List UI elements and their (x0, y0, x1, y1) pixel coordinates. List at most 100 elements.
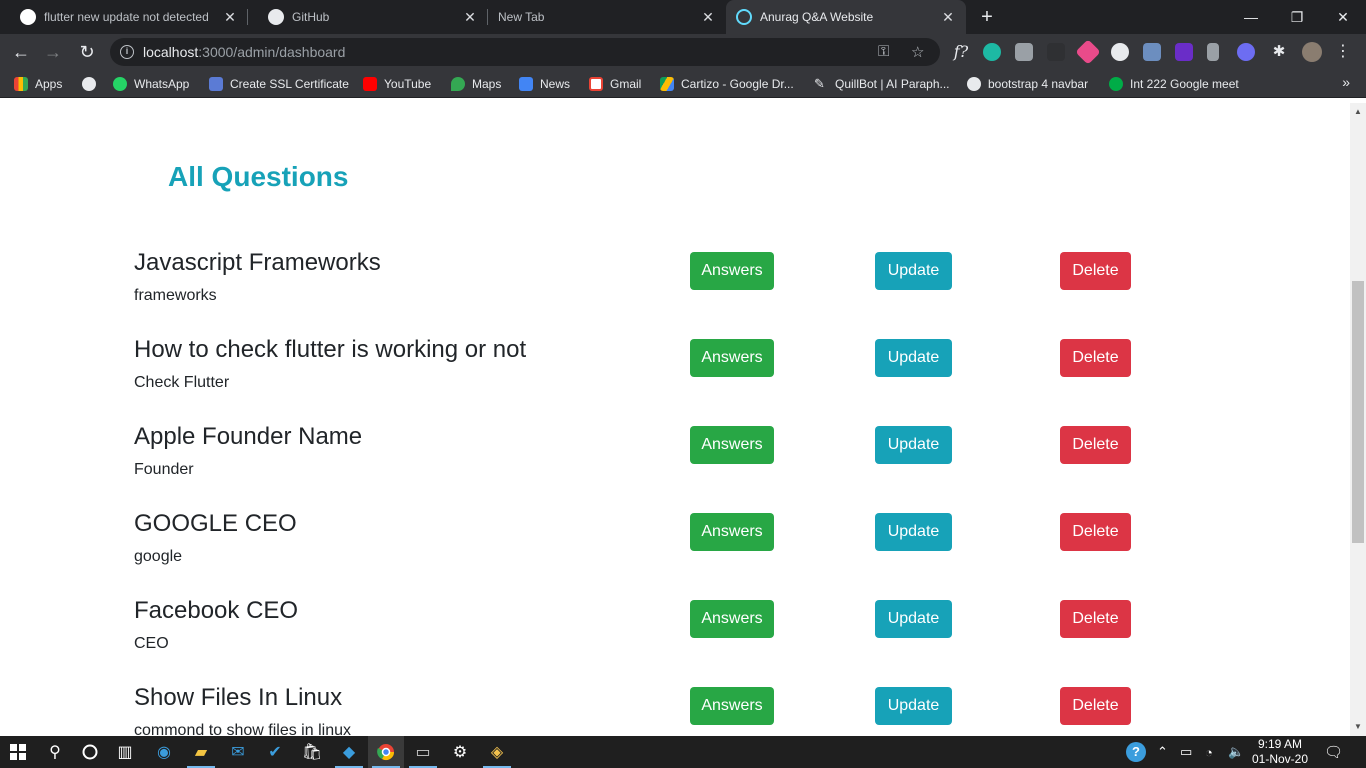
mail-icon[interactable]: ✉ (220, 736, 256, 768)
restore-button[interactable]: ❐ (1274, 0, 1320, 34)
battery-icon[interactable]: ▭ (1180, 736, 1192, 768)
close-tab-icon[interactable]: ✕ (222, 9, 238, 26)
bookmark-meet[interactable]: Int 222 Google meet (1109, 75, 1239, 93)
todo-icon[interactable]: ✔ (257, 736, 293, 768)
bookmark-youtube[interactable]: YouTube (363, 75, 431, 93)
bookmark-cartizo[interactable]: Cartizo - Google Dr... (660, 75, 794, 93)
bookmark-bootstrap[interactable]: bootstrap 4 navbar (967, 75, 1088, 93)
wifi-icon[interactable]: ◔ (1205, 736, 1213, 768)
minimize-button[interactable]: — (1228, 0, 1274, 34)
bookmark-quillbot[interactable]: ✎ QuillBot | AI Paraph... (814, 75, 950, 93)
windows-start-icon[interactable] (0, 736, 36, 768)
answers-button[interactable]: Answers (690, 600, 774, 638)
globe-icon (82, 77, 96, 91)
update-button[interactable]: Update (875, 426, 952, 464)
notifications-icon[interactable]: 🗨 (1324, 736, 1343, 768)
reload-icon[interactable]: ↻ (74, 39, 100, 65)
answers-button[interactable]: Answers (690, 339, 774, 377)
tab-github[interactable]: GitHub ✕ (248, 0, 488, 34)
answers-button[interactable]: Answers (690, 426, 774, 464)
question-row: How to check flutter is working or not C… (134, 336, 1144, 416)
answers-button[interactable]: Answers (690, 513, 774, 551)
page-scrollbar[interactable]: ▲ ▼ (1350, 103, 1366, 736)
key-icon[interactable]: ⚿ (878, 43, 889, 60)
question-title: How to check flutter is working or not (134, 336, 527, 363)
cortana-icon[interactable] (72, 736, 108, 768)
scroll-up-icon[interactable]: ▲ (1354, 107, 1362, 116)
volume-icon[interactable]: 🔈 (1228, 736, 1244, 768)
close-tab-icon[interactable]: ✕ (462, 9, 478, 26)
bookmark-apps[interactable]: Apps (14, 75, 62, 93)
bookmark-label: WhatsApp (134, 77, 190, 91)
office-extension-icon[interactable] (1207, 43, 1219, 61)
close-tab-icon[interactable]: ✕ (700, 9, 716, 26)
bookmark-star-icon[interactable]: ☆ (911, 43, 924, 61)
formula-extension-icon[interactable]: f? (948, 39, 974, 65)
tray-expand-icon[interactable]: ⌃ (1157, 736, 1168, 768)
bookmark-whatsapp[interactable]: WhatsApp (113, 75, 189, 93)
formula-pi-extension-icon[interactable] (1143, 43, 1161, 61)
tab-anurag-qa[interactable]: Anurag Q&A Website ✕ (726, 0, 966, 34)
scrollbar-thumb[interactable] (1352, 281, 1364, 543)
delete-button[interactable]: Delete (1060, 339, 1131, 377)
terminal-icon[interactable]: ▭ (405, 736, 441, 768)
back-icon[interactable]: ← (8, 39, 34, 65)
gear-extension-icon[interactable] (1237, 43, 1255, 61)
update-button[interactable]: Update (875, 513, 952, 551)
task-view-icon[interactable]: ▥ (107, 736, 143, 768)
bookmark-maps[interactable]: Maps (451, 75, 501, 93)
scroll-down-icon[interactable]: ▼ (1354, 722, 1362, 731)
grammarly-extension-icon[interactable] (1015, 43, 1033, 61)
bookmark-label: News (540, 77, 571, 91)
taskbar-clock[interactable]: 9:19 AM 01-Nov-20 (1244, 737, 1316, 767)
bookmark-news[interactable]: News (519, 75, 570, 93)
m-extension-icon[interactable] (983, 43, 1001, 61)
question-title: Apple Founder Name (134, 423, 363, 450)
clock-extension-icon[interactable] (1111, 43, 1129, 61)
answers-button[interactable]: Answers (690, 687, 774, 725)
settings-gear-icon[interactable]: ⚙ (442, 736, 478, 768)
delete-button[interactable]: Delete (1060, 252, 1131, 290)
tab-flutter[interactable]: flutter new update not detected ✕ (0, 0, 248, 34)
bookmarks-overflow-icon[interactable]: » (1342, 74, 1350, 90)
delete-button[interactable]: Delete (1060, 513, 1131, 551)
delete-button[interactable]: Delete (1060, 600, 1131, 638)
tab-new-tab[interactable]: New Tab ✕ (488, 0, 726, 34)
bookmark-gmail[interactable]: Gmail (589, 75, 641, 93)
forward-icon[interactable]: → (40, 39, 66, 65)
google-icon (20, 9, 36, 25)
update-button[interactable]: Update (875, 252, 952, 290)
help-icon[interactable]: ? (1126, 736, 1146, 768)
site-info-icon[interactable]: i (120, 45, 134, 59)
delete-button[interactable]: Delete (1060, 687, 1131, 725)
search-icon[interactable]: ⚲ (37, 736, 73, 768)
vscode-icon[interactable]: ◆ (331, 736, 367, 768)
new-tab-button[interactable]: + (976, 6, 998, 28)
update-button[interactable]: Update (875, 687, 952, 725)
bookmark-label: Gmail (610, 77, 642, 91)
close-window-button[interactable]: ✕ (1320, 0, 1366, 34)
profile-avatar[interactable] (1302, 42, 1322, 62)
question-row: Apple Founder Name Founder Answers Updat… (134, 423, 1144, 503)
bookmark-globe[interactable] (82, 75, 103, 93)
extensions-puzzle-icon[interactable]: ✱ (1266, 39, 1292, 65)
color-extension-icon[interactable] (1075, 39, 1101, 65)
chrome-icon[interactable] (368, 736, 404, 768)
delete-button[interactable]: Delete (1060, 426, 1131, 464)
update-button[interactable]: Update (875, 600, 952, 638)
badge-extension-icon[interactable] (1175, 43, 1193, 61)
question-subtitle: commond to show files in linux (134, 722, 351, 736)
gmail-icon (589, 77, 603, 91)
git-icon[interactable]: ◈ (479, 736, 515, 768)
store-icon[interactable]: 🛍 (294, 736, 330, 768)
edge-icon[interactable]: ◉ (146, 736, 182, 768)
whatsapp-icon (113, 77, 127, 91)
menu-dots-icon[interactable]: ⋮ (1330, 39, 1356, 65)
file-explorer-icon[interactable]: ▰ (183, 736, 219, 768)
address-bar[interactable]: i localhost:3000/admin/dashboard ⚿ ☆ (110, 38, 940, 66)
close-tab-icon[interactable]: ✕ (940, 9, 956, 26)
update-button[interactable]: Update (875, 339, 952, 377)
dark-extension-icon[interactable] (1047, 43, 1065, 61)
bookmark-ssl[interactable]: Create SSL Certificate (209, 75, 349, 93)
answers-button[interactable]: Answers (690, 252, 774, 290)
